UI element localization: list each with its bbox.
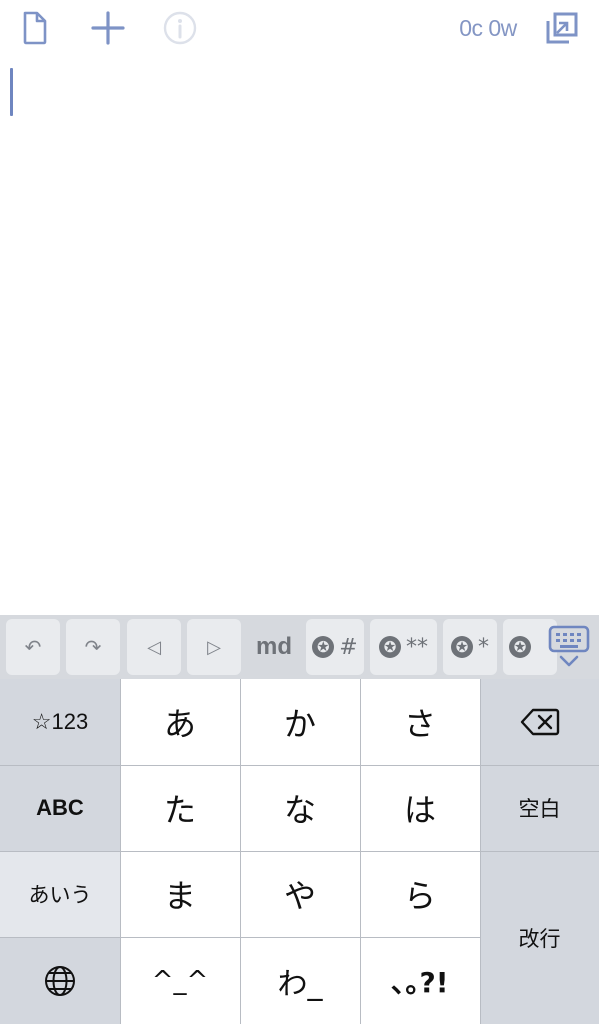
italic-snippet-label: *	[478, 634, 489, 660]
key-divider	[120, 679, 121, 1024]
markdown-button[interactable]: md	[247, 619, 301, 675]
keyboard-accessory-bar: ↶ ↷ ◁ ▷ md ✪ # ✪ ** ✪ * ✪	[0, 615, 599, 679]
kana-key-ya[interactable]: や	[240, 851, 360, 937]
kana-key-ta[interactable]: た	[120, 765, 240, 851]
emoticon-key-label: ^_^	[151, 965, 209, 996]
text-editor[interactable]	[0, 56, 599, 616]
dismiss-keyboard-button[interactable]	[548, 625, 592, 669]
kana-key-ma[interactable]: ま	[120, 851, 240, 937]
expand-button[interactable]	[542, 8, 582, 48]
plus-icon	[91, 11, 125, 45]
kana-key-na[interactable]: な	[240, 765, 360, 851]
markdown-label: md	[256, 633, 292, 660]
abc-mode-label: ABC	[36, 795, 84, 820]
japanese-flick-keyboard: ☆123 ABC あいう あ か さ た な は ま や ら ^_^ わ_ ､｡…	[0, 679, 599, 1024]
kana-key-label: あ	[163, 705, 196, 743]
kana-key-a[interactable]: あ	[120, 679, 240, 765]
globe-icon	[45, 965, 75, 996]
arrow-left-icon: ◁	[147, 636, 161, 658]
text-caret	[10, 68, 13, 116]
heading-snippet-label: #	[339, 634, 358, 660]
kana-key-label: た	[163, 791, 196, 829]
abc-mode-key[interactable]: ABC	[0, 765, 120, 851]
key-divider	[360, 679, 361, 1024]
kana-key-label: か	[283, 705, 316, 743]
kana-mode-key[interactable]: あいう	[0, 851, 120, 937]
top-toolbar: 0c 0w	[0, 0, 599, 56]
punctuation-key-label: ､｡?!	[391, 965, 449, 999]
key-divider	[240, 679, 241, 1024]
kana-key-label: ま	[163, 877, 196, 915]
kana-key-ka[interactable]: か	[240, 679, 360, 765]
star-icon: ✪	[509, 636, 531, 658]
globe-key[interactable]	[0, 937, 120, 1024]
undo-button[interactable]: ↶	[6, 619, 60, 675]
number-mode-label: ☆123	[31, 709, 89, 734]
kana-key-label: さ	[403, 705, 436, 743]
backspace-icon	[520, 708, 559, 736]
info-icon	[163, 11, 197, 45]
cursor-left-button[interactable]: ◁	[127, 619, 181, 675]
number-mode-key[interactable]: ☆123	[0, 679, 120, 765]
keyboard-dismiss-icon	[548, 625, 590, 667]
character-word-counter: 0c 0w	[459, 15, 517, 41]
arrow-right-icon: ▷	[207, 636, 221, 658]
heading-snippet-button[interactable]: ✪ #	[306, 619, 364, 675]
kana-key-label: や	[283, 877, 316, 915]
kana-mode-label: あいう	[28, 883, 92, 907]
kana-key-ra[interactable]: ら	[360, 851, 480, 937]
delete-key[interactable]	[480, 679, 599, 765]
italic-snippet-button[interactable]: ✪ *	[443, 619, 497, 675]
add-button[interactable]	[88, 8, 128, 48]
star-icon: ✪	[379, 636, 401, 658]
kana-key-label: ら	[403, 877, 436, 915]
kana-key-label: は	[403, 791, 436, 829]
kana-key-wa[interactable]: わ_	[240, 937, 360, 1024]
expand-icon	[546, 12, 578, 44]
redo-icon: ↷	[84, 635, 102, 659]
info-button[interactable]	[160, 8, 200, 48]
kana-key-sa[interactable]: さ	[360, 679, 480, 765]
undo-icon: ↶	[24, 635, 42, 659]
bold-snippet-button[interactable]: ✪ **	[370, 619, 437, 675]
kana-key-ha[interactable]: は	[360, 765, 480, 851]
space-key-label: 空白	[518, 797, 561, 821]
kana-key-label: わ_	[277, 966, 323, 1002]
return-key-label: 改行	[518, 926, 561, 951]
new-document-button[interactable]	[15, 8, 55, 48]
bold-snippet-label: **	[406, 634, 428, 660]
punctuation-key[interactable]: ､｡?!	[360, 937, 480, 1024]
key-divider	[0, 851, 599, 852]
redo-button[interactable]: ↷	[66, 619, 120, 675]
key-divider	[0, 765, 599, 766]
emoticon-key[interactable]: ^_^	[120, 937, 240, 1024]
return-key[interactable]: 改行	[480, 851, 599, 1024]
star-icon: ✪	[451, 636, 473, 658]
star-icon: ✪	[312, 636, 335, 658]
document-icon	[23, 11, 47, 45]
key-divider	[480, 679, 481, 1024]
space-key[interactable]: 空白	[480, 765, 599, 851]
cursor-right-button[interactable]: ▷	[187, 619, 241, 675]
kana-key-label: な	[283, 791, 316, 829]
